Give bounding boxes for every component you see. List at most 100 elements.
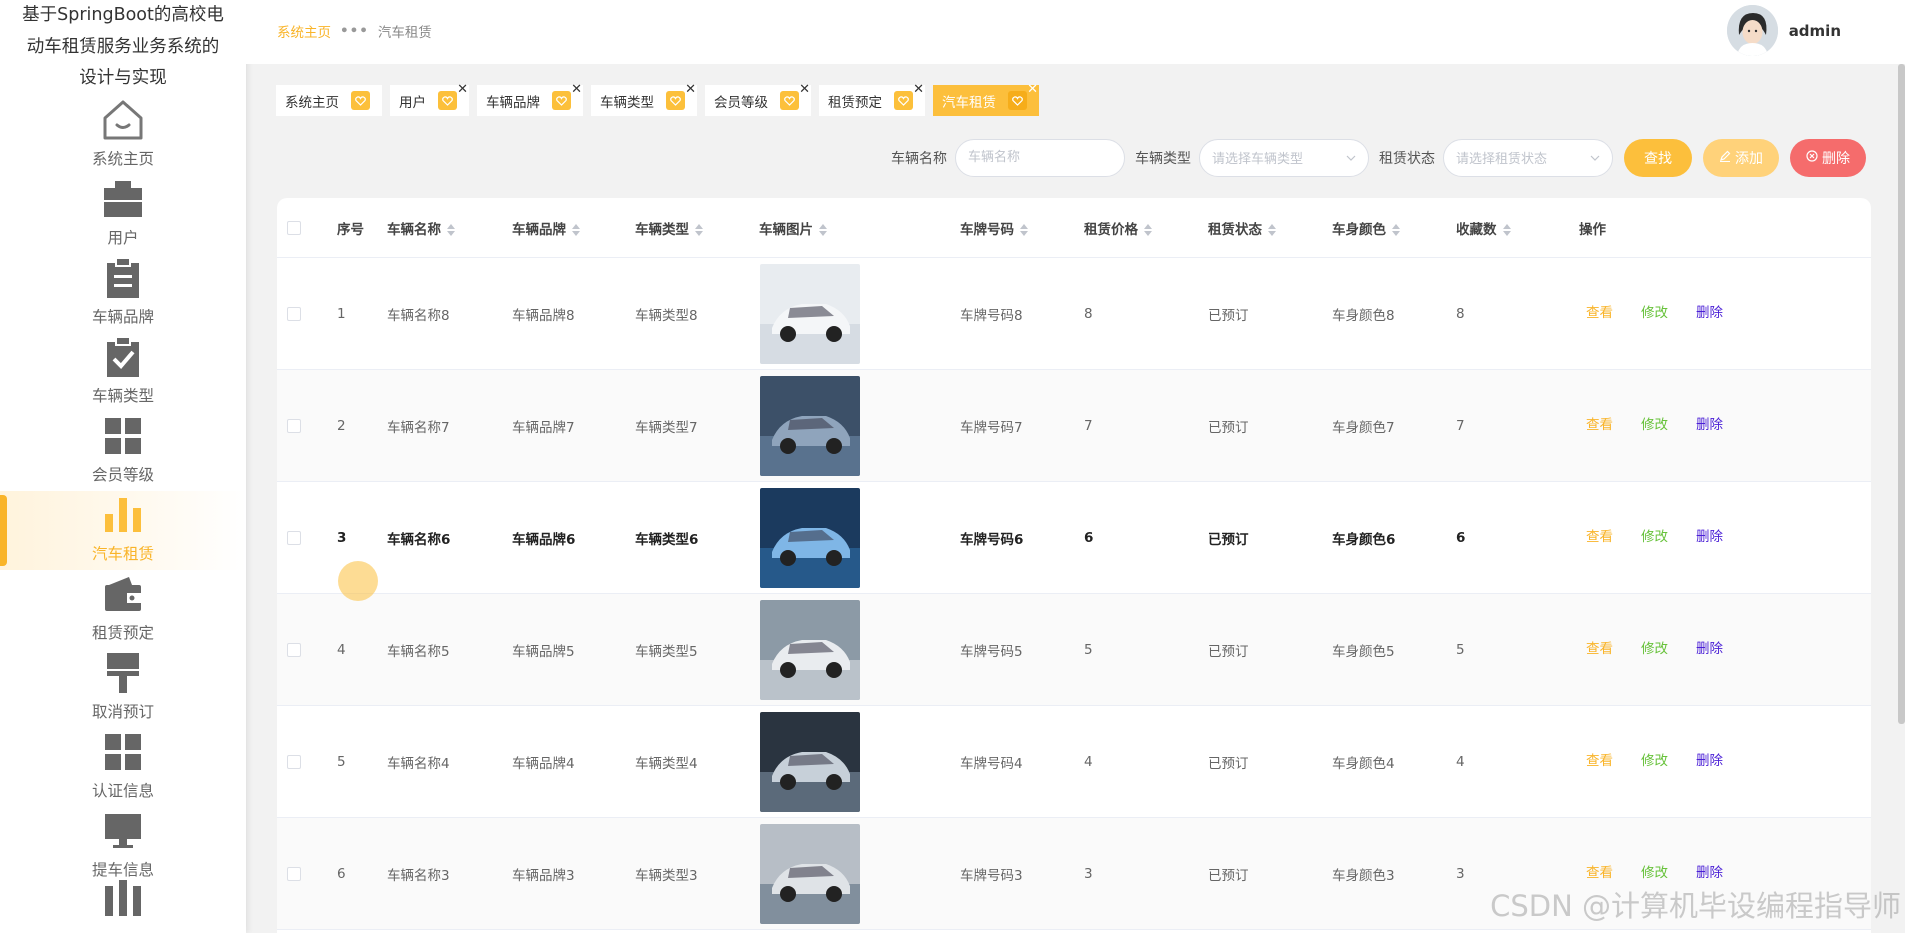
view-link[interactable]: 查看 (1586, 525, 1613, 545)
tab-member-levels[interactable]: 会员等级 ✕ (705, 82, 811, 116)
view-link[interactable]: 查看 (1586, 637, 1613, 657)
sort-icon[interactable] (1020, 223, 1028, 236)
tab-label: 汽车租赁 (942, 94, 996, 111)
close-icon[interactable]: ✕ (685, 82, 696, 97)
row-checkbox[interactable] (287, 866, 301, 881)
close-icon[interactable]: ✕ (913, 82, 924, 97)
sort-icon[interactable] (1502, 223, 1511, 236)
delete-button[interactable]: 删除 (1790, 138, 1866, 177)
cell-plate: 车牌号码7 (960, 419, 1023, 436)
cell-type: 车辆类型5 (635, 643, 698, 660)
view-link[interactable]: 查看 (1586, 301, 1613, 321)
tab-brands[interactable]: 车辆品牌 ✕ (477, 82, 583, 116)
vehicle-image[interactable] (760, 487, 860, 588)
sidebar-item-pickup[interactable]: 提车信息 (0, 807, 246, 886)
sidebar-item-types[interactable]: 车辆类型 (0, 333, 246, 412)
edit-link[interactable]: 修改 (1641, 525, 1668, 545)
avatar[interactable] (1726, 5, 1778, 56)
row-checkbox[interactable] (287, 418, 301, 433)
breadcrumb-home[interactable]: 系统主页 (277, 21, 331, 41)
sort-icon[interactable] (695, 223, 703, 236)
sidebar-item-member-levels[interactable]: 会员等级 (0, 412, 246, 491)
row-checkbox[interactable] (287, 306, 301, 321)
tab-label: 系统主页 (285, 94, 339, 111)
tab-car-rental[interactable]: 汽车租赁 ✕ (933, 82, 1039, 116)
username[interactable]: admin (1789, 22, 1841, 40)
close-icon[interactable]: ✕ (571, 82, 582, 97)
col-color[interactable]: 车身颜色 (1332, 218, 1400, 238)
tab-reservations[interactable]: 租赁预定 ✕ (819, 82, 925, 116)
sort-icon[interactable] (1392, 223, 1400, 236)
vehicle-image[interactable] (760, 263, 860, 364)
col-label: 车辆名称 (387, 221, 441, 238)
view-link[interactable]: 查看 (1586, 861, 1613, 881)
delete-link[interactable]: 删除 (1696, 301, 1723, 321)
col-name[interactable]: 车辆名称 (387, 218, 455, 238)
view-link[interactable]: 查看 (1586, 413, 1613, 433)
cell-color: 车身颜色7 (1332, 419, 1395, 436)
add-button[interactable]: 添加 (1703, 138, 1779, 177)
sort-icon[interactable] (447, 223, 455, 236)
cell-price: 7 (1084, 417, 1093, 434)
delete-link[interactable]: 删除 (1696, 861, 1723, 881)
search-button[interactable]: 查找 (1624, 138, 1692, 177)
delete-link[interactable]: 删除 (1696, 749, 1723, 769)
row-checkbox[interactable] (287, 530, 301, 545)
close-icon[interactable]: ✕ (799, 82, 810, 97)
scrollbar[interactable] (1898, 64, 1905, 724)
col-price[interactable]: 租赁价格 (1084, 218, 1152, 238)
edit-link[interactable]: 修改 (1641, 413, 1668, 433)
vehicle-image[interactable] (760, 375, 860, 476)
col-brand[interactable]: 车辆品牌 (512, 218, 580, 238)
edit-link[interactable]: 修改 (1641, 861, 1668, 881)
sort-icon[interactable] (572, 223, 580, 236)
col-image[interactable]: 车辆图片 (759, 218, 827, 238)
tab-types[interactable]: 车辆类型 ✕ (591, 82, 697, 116)
edit-link[interactable]: 修改 (1641, 301, 1668, 321)
vehicle-type-label: 车辆类型 (1135, 150, 1191, 167)
vehicle-name-label: 车辆名称 (891, 150, 947, 167)
close-icon[interactable]: ✕ (457, 82, 468, 97)
tab-users[interactable]: 用户 ✕ (390, 82, 469, 116)
sidebar-item-car-rental[interactable]: 汽车租赁 (0, 491, 246, 570)
col-favorites[interactable]: 收藏数 (1456, 218, 1511, 238)
edit-link[interactable]: 修改 (1641, 749, 1668, 769)
sidebar-item-cancel-reservation[interactable]: 取消预订 (0, 649, 246, 728)
sidebar-item-certification[interactable]: 认证信息 (0, 728, 246, 807)
delete-link[interactable]: 删除 (1696, 525, 1723, 545)
sidebar-item-reservations[interactable]: 租赁预定 (0, 570, 246, 649)
col-status[interactable]: 租赁状态 (1208, 218, 1276, 238)
select-all-checkbox[interactable] (287, 220, 301, 235)
delete-link[interactable]: 删除 (1696, 413, 1723, 433)
view-link[interactable]: 查看 (1586, 749, 1613, 769)
vehicle-image[interactable] (760, 599, 860, 700)
sidebar-item-brands[interactable]: 车辆品牌 (0, 254, 246, 333)
button-label: 删除 (1822, 150, 1850, 167)
edit-link[interactable]: 修改 (1641, 637, 1668, 657)
col-type[interactable]: 车辆类型 (635, 218, 703, 238)
vehicle-image[interactable] (760, 823, 860, 924)
sidebar-item-users[interactable]: 用户 (0, 175, 246, 254)
sort-icon[interactable] (819, 223, 827, 236)
cell-color: 车身颜色4 (1332, 755, 1395, 772)
sidebar-item-more[interactable] (0, 880, 246, 926)
cell-favorites: 8 (1456, 305, 1465, 322)
row-checkbox[interactable] (287, 642, 301, 657)
sidebar-item-home[interactable]: 系统主页 (0, 96, 246, 175)
close-icon[interactable]: ✕ (1027, 82, 1038, 97)
cell-status: 已预订 (1208, 643, 1249, 660)
sort-icon[interactable] (1268, 223, 1276, 236)
row-checkbox[interactable] (287, 754, 301, 769)
delete-link[interactable]: 删除 (1696, 637, 1723, 657)
vehicle-image[interactable] (760, 711, 860, 812)
cell-price: 6 (1084, 529, 1094, 546)
cell-index: 6 (337, 865, 346, 882)
rental-status-select[interactable]: 请选择租赁状态 (1443, 138, 1613, 177)
vehicle-type-select[interactable]: 请选择车辆类型 (1199, 138, 1369, 177)
user-menu[interactable]: admin (1726, 5, 1841, 56)
vehicle-name-input[interactable] (955, 138, 1125, 177)
col-plate[interactable]: 车牌号码 (960, 218, 1028, 238)
tab-home[interactable]: 系统主页 (276, 85, 382, 116)
cell-color: 车身颜色6 (1332, 531, 1396, 548)
sort-icon[interactable] (1144, 223, 1152, 236)
